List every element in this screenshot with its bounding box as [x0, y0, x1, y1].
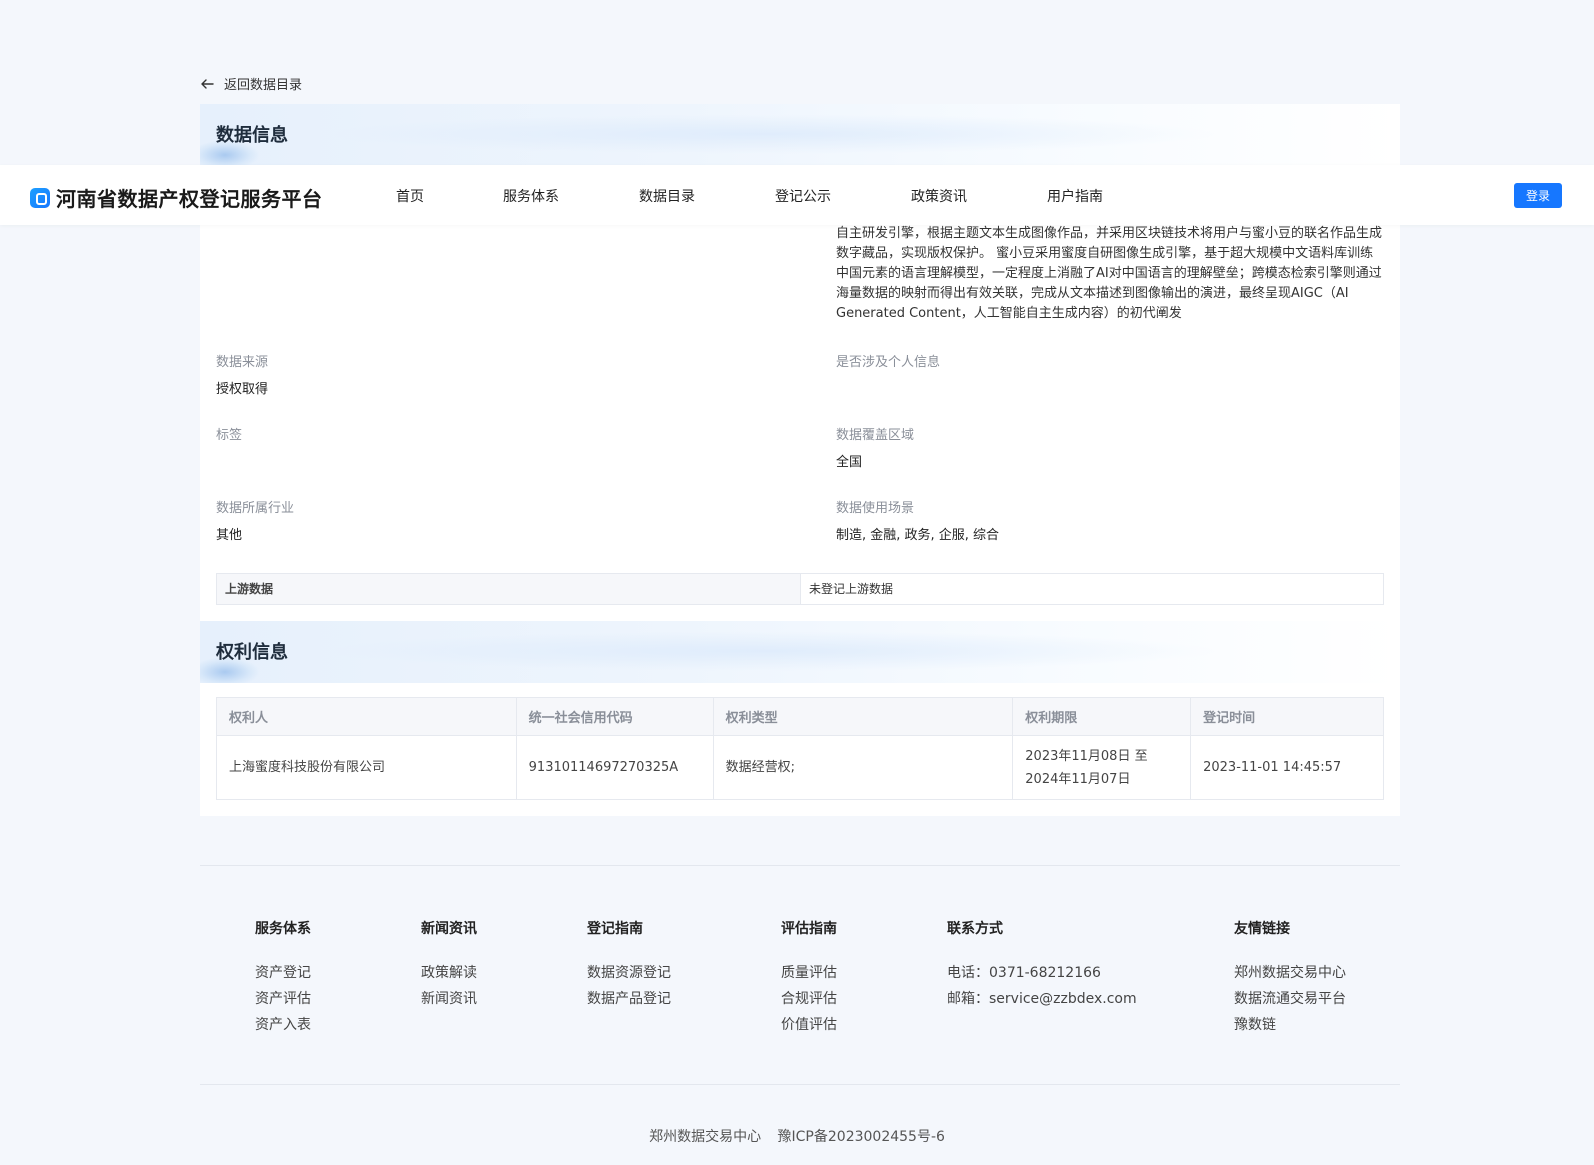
field-tags: 标签 [216, 428, 243, 443]
col-holder: 权利人 [216, 697, 517, 736]
footer-link[interactable]: 质量评估 [781, 960, 837, 986]
footer-divider-bottom [200, 1084, 1400, 1085]
brand-name: 河南省数据产权登记服务平台 [56, 187, 323, 211]
footer-link[interactable]: 合规评估 [781, 986, 837, 1012]
field-personal-info: 是否涉及个人信息 [836, 355, 941, 370]
cell-right-type: 数据经营权; [712, 735, 1014, 800]
nav-item-policy-news[interactable]: 政策资讯 [911, 186, 967, 206]
footer-org: 郑州数据交易中心 [649, 1129, 762, 1145]
footer-link[interactable]: 数据产品登记 [587, 986, 671, 1012]
top-navbar: 河南省数据产权登记服务平台 首页 服务体系 数据目录 登记公示 政策资讯 用户指… [0, 165, 1594, 225]
nav-item-user-guide[interactable]: 用户指南 [1047, 186, 1103, 206]
period-start: 2023年11月08日 至 [1025, 748, 1148, 764]
footer-icp[interactable]: 豫ICP备2023002455号-6 [778, 1129, 945, 1145]
footer-link[interactable]: 价值评估 [781, 1012, 837, 1038]
field-coverage-area: 数据覆盖区域 全国 [836, 428, 915, 470]
data-info-title: 数据信息 [216, 125, 288, 146]
footer-col-contact: 联系方式 电话：0371-68212166 邮箱：service@zzbdex.… [947, 918, 1137, 1012]
rights-table-header: 权利人 统一社会信用代码 权利类型 权利期限 登记时间 [216, 697, 1384, 736]
cell-period: 2023年11月08日 至 2024年11月07日 [1012, 735, 1192, 800]
cell-credit-code: 91310114697270325A [515, 735, 714, 800]
footer-link[interactable]: 数据流通交易平台 [1234, 986, 1346, 1012]
footer-link[interactable]: 资产评估 [255, 986, 311, 1012]
upstream-data-value: 未登记上游数据 [809, 582, 894, 596]
footer-link[interactable]: 数据资源登记 [587, 960, 671, 986]
footer-copyright: 郑州数据交易中心 豫ICP备2023002455号-6 [0, 1126, 1594, 1146]
field-industry: 数据所属行业 其他 [216, 501, 295, 543]
cell-holder: 上海蜜度科技股份有限公司 [216, 735, 517, 800]
footer-phone: 电话：0371-68212166 [947, 965, 1101, 981]
back-link-label: 返回数据目录 [224, 78, 303, 93]
col-register-time: 登记时间 [1190, 697, 1384, 736]
footer-email[interactable]: 邮箱：service@zzbdex.com [947, 986, 1137, 1012]
field-data-source: 数据来源 授权取得 [216, 355, 269, 397]
footer-col-evaluation-guide: 评估指南 质量评估 合规评估 价值评估 [781, 918, 837, 1038]
period-end: 2024年11月07日 [1025, 771, 1131, 787]
footer-col-news: 新闻资讯 政策解读 新闻资讯 [421, 918, 477, 1012]
upstream-data-row: 上游数据 未登记上游数据 [216, 573, 1384, 605]
footer-col-friend-links: 友情链接 郑州数据交易中心 数据流通交易平台 豫数链 [1234, 918, 1346, 1038]
rights-info-header: 权利信息 [200, 621, 1400, 683]
arrow-left-icon [201, 78, 214, 89]
nav-item-service-system[interactable]: 服务体系 [503, 186, 559, 206]
footer-link[interactable]: 资产入表 [255, 1012, 311, 1038]
table-row: 上海蜜度科技股份有限公司 91310114697270325A 数据经营权; 2… [216, 735, 1384, 800]
brand-logo-icon [30, 187, 50, 208]
col-credit-code: 统一社会信用代码 [515, 697, 714, 736]
nav-item-home[interactable]: 首页 [396, 186, 424, 206]
footer-link[interactable]: 资产登记 [255, 960, 311, 986]
footer-col-service: 服务体系 资产登记 资产评估 资产入表 [255, 918, 311, 1038]
back-to-catalog-link[interactable]: 返回数据目录 [200, 74, 302, 93]
footer-link[interactable]: 豫数链 [1234, 1012, 1346, 1038]
footer-divider-top [200, 865, 1400, 866]
footer-link[interactable]: 新闻资讯 [421, 986, 477, 1012]
col-period: 权利期限 [1012, 697, 1192, 736]
rights-table: 权利人 统一社会信用代码 权利类型 权利期限 登记时间 上海蜜度科技股份有限公司… [216, 697, 1384, 800]
field-usage-scenario: 数据使用场景 制造, 金融, 政务, 企服, 综合 [836, 501, 1000, 543]
nav-item-data-catalog[interactable]: 数据目录 [639, 186, 695, 206]
col-right-type: 权利类型 [712, 697, 1014, 736]
footer-link[interactable]: 政策解读 [421, 960, 477, 986]
rights-info-title: 权利信息 [216, 642, 288, 663]
data-info-header: 数据信息 [200, 104, 1400, 166]
footer-link[interactable]: 郑州数据交易中心 [1234, 960, 1346, 986]
login-button[interactable]: 登录 [1514, 183, 1562, 208]
brand-logo[interactable]: 河南省数据产权登记服务平台 [30, 183, 323, 212]
data-description: 自主研发引擎，根据主题文本生成图像作品，并采用区块链技术将用户与蜜小豆的联名作品… [836, 226, 1383, 321]
upstream-data-label: 上游数据 [217, 574, 801, 604]
nav-item-registration-notice[interactable]: 登记公示 [775, 186, 831, 206]
footer-col-register-guide: 登记指南 数据资源登记 数据产品登记 [587, 918, 671, 1012]
cell-register-time: 2023-11-01 14:45:57 [1190, 735, 1384, 800]
